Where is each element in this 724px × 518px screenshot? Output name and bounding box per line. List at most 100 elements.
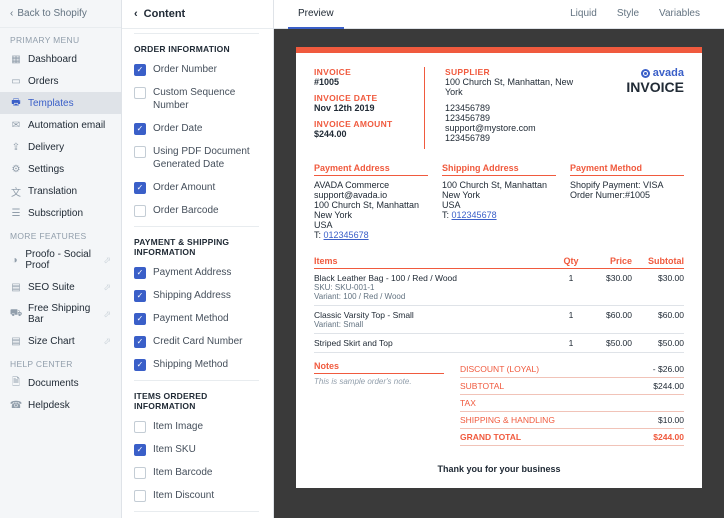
opt-order-date[interactable]: Order Date — [122, 117, 271, 140]
item-row: Striped Skirt and Top1$50.00$50.00 — [314, 334, 684, 353]
checkbox-icon[interactable] — [134, 444, 146, 456]
nav-subscription[interactable]: ☰Subscription — [0, 202, 121, 224]
supplier-email: support@mystore.com — [445, 123, 592, 133]
checkbox-icon[interactable] — [134, 490, 146, 502]
tab-liquid[interactable]: Liquid — [560, 0, 607, 28]
nav-seo[interactable]: ▤SEO Suite⬀ — [0, 276, 121, 298]
pay-email: support@avada.io — [314, 190, 428, 200]
checkbox-icon[interactable] — [134, 146, 146, 158]
item-qty: 1 — [556, 338, 586, 348]
freeship-icon: ⛟ — [10, 308, 22, 320]
tab-variables[interactable]: Variables — [649, 0, 710, 28]
pay-line: 100 Church St, Manhattan — [314, 200, 428, 210]
ship-tel: T: 012345678 — [442, 210, 556, 220]
checkbox-icon[interactable] — [134, 359, 146, 371]
templates-icon: 🖶 — [10, 97, 22, 109]
nav-documents[interactable]: 🗎Documents — [0, 372, 121, 394]
method-line: Order Numer:#1005 — [570, 190, 684, 200]
checkbox-icon[interactable] — [134, 421, 146, 433]
opt-custom-seq[interactable]: Custom Sequence Number — [122, 81, 271, 117]
nav-settings[interactable]: ⚙Settings — [0, 158, 121, 180]
dashboard-icon: ▦ — [10, 53, 22, 65]
tot-subtotal-label: SUBTOTAL — [460, 381, 504, 391]
pay-company: AVADA Commerce — [314, 180, 428, 190]
item-qty: 1 — [556, 310, 586, 329]
checkbox-icon[interactable] — [134, 205, 146, 217]
tot-ship-label: SHIPPING & HANDLING — [460, 415, 555, 425]
checkbox-icon[interactable] — [134, 64, 146, 76]
checkbox-icon[interactable] — [134, 182, 146, 194]
opt-order-barcode[interactable]: Order Barcode — [122, 199, 271, 222]
tot-discount-val: - $26.00 — [653, 364, 684, 374]
item-price: $30.00 — [586, 273, 632, 301]
tab-preview[interactable]: Preview — [288, 0, 344, 29]
nav-proofo[interactable]: ◑Proofo - Social Proof⬀ — [0, 244, 121, 276]
invoice-label: INVOICE — [314, 67, 404, 77]
supplier-label: SUPPLIER — [445, 67, 592, 77]
item-subtotal: $60.00 — [632, 310, 684, 329]
content-scroll[interactable]: ORDER INFORMATION Order Number Custom Se… — [122, 29, 273, 518]
checkbox-icon[interactable] — [134, 313, 146, 325]
checkbox-icon[interactable] — [134, 467, 146, 479]
content-panel: ‹ Content ORDER INFORMATION Order Number… — [122, 0, 274, 518]
supplier-phone: 123456789 — [445, 133, 592, 143]
external-icon: ⬀ — [103, 282, 111, 293]
chevron-left-icon[interactable]: ‹ — [134, 8, 138, 20]
logo-icon — [641, 69, 650, 78]
group-order: ORDER INFORMATION — [122, 34, 271, 58]
opt-item-disc[interactable]: Item Discount — [122, 484, 271, 507]
preview-tabs: Preview Liquid Style Variables — [274, 0, 724, 29]
item-price: $50.00 — [586, 338, 632, 348]
back-to-shopify-link[interactable]: ‹ Back to Shopify — [0, 0, 121, 28]
opt-order-number[interactable]: Order Number — [122, 58, 271, 81]
tot-subtotal-val: $244.00 — [653, 381, 684, 391]
nav-freeship[interactable]: ⛟Free Shipping Bar⬀ — [0, 298, 121, 330]
checkbox-icon[interactable] — [134, 87, 146, 99]
nav-dashboard[interactable]: ▦Dashboard — [0, 48, 121, 70]
nav-section-primary: PRIMARY MENU — [0, 28, 121, 48]
item-name: Black Leather Bag - 100 / Red / Wood — [314, 273, 556, 283]
nav-orders[interactable]: ▭Orders — [0, 70, 121, 92]
divider — [424, 67, 425, 149]
translation-icon: 文 — [10, 185, 22, 197]
opt-item-sku[interactable]: Item SKU — [122, 438, 271, 461]
external-icon: ⬀ — [103, 336, 111, 347]
ship-line: 100 Church St, Manhattan — [442, 180, 556, 190]
items-body: Black Leather Bag - 100 / Red / WoodSKU:… — [314, 269, 684, 353]
external-icon: ⬀ — [103, 309, 111, 320]
chevron-left-icon: ‹ — [10, 8, 13, 19]
back-label: Back to Shopify — [17, 8, 86, 19]
checkbox-icon[interactable] — [134, 336, 146, 348]
documents-icon: 🗎 — [10, 377, 22, 389]
opt-pay-addr[interactable]: Payment Address — [122, 261, 271, 284]
group-items: ITEMS ORDERED INFORMATION — [122, 381, 271, 415]
opt-ship-addr[interactable]: Shipping Address — [122, 284, 271, 307]
opt-cc-num[interactable]: Credit Card Number — [122, 330, 271, 353]
subscription-icon: ☰ — [10, 207, 22, 219]
opt-item-img[interactable]: Item Image — [122, 415, 271, 438]
tot-tax-label: TAX — [460, 398, 476, 408]
pay-tel: T: 012345678 — [314, 230, 428, 240]
preview-panel: Preview Liquid Style Variables INVOICE #… — [274, 0, 724, 518]
opt-pay-method[interactable]: Payment Method — [122, 307, 271, 330]
preview-canvas[interactable]: INVOICE #1005 INVOICE DATE Nov 12th 2019… — [274, 29, 724, 518]
opt-order-amount[interactable]: Order Amount — [122, 176, 271, 199]
checkbox-icon[interactable] — [134, 267, 146, 279]
tot-discount-label: DISCOUNT (LOYAL) — [460, 364, 539, 374]
nav-translation[interactable]: 文Translation — [0, 180, 121, 202]
primary-nav: ‹ Back to Shopify PRIMARY MENU ▦Dashboar… — [0, 0, 122, 518]
tab-style[interactable]: Style — [607, 0, 649, 28]
opt-pdf-date[interactable]: Using PDF Document Generated Date — [122, 140, 271, 176]
nav-delivery[interactable]: ⇪Delivery — [0, 136, 121, 158]
method-line: Shopify Payment: VISA — [570, 180, 684, 190]
nav-automation[interactable]: ✉Automation email — [0, 114, 121, 136]
nav-sizechart[interactable]: ▤Size Chart⬀ — [0, 330, 121, 352]
proofo-icon: ◑ — [10, 254, 19, 266]
nav-templates[interactable]: 🖶Templates — [0, 92, 121, 114]
opt-ship-method[interactable]: Shipping Method — [122, 353, 271, 376]
notes-title: Notes — [314, 361, 444, 374]
checkbox-icon[interactable] — [134, 290, 146, 302]
nav-helpdesk[interactable]: ☎Helpdesk — [0, 394, 121, 416]
checkbox-icon[interactable] — [134, 123, 146, 135]
opt-item-barcode[interactable]: Item Barcode — [122, 461, 271, 484]
